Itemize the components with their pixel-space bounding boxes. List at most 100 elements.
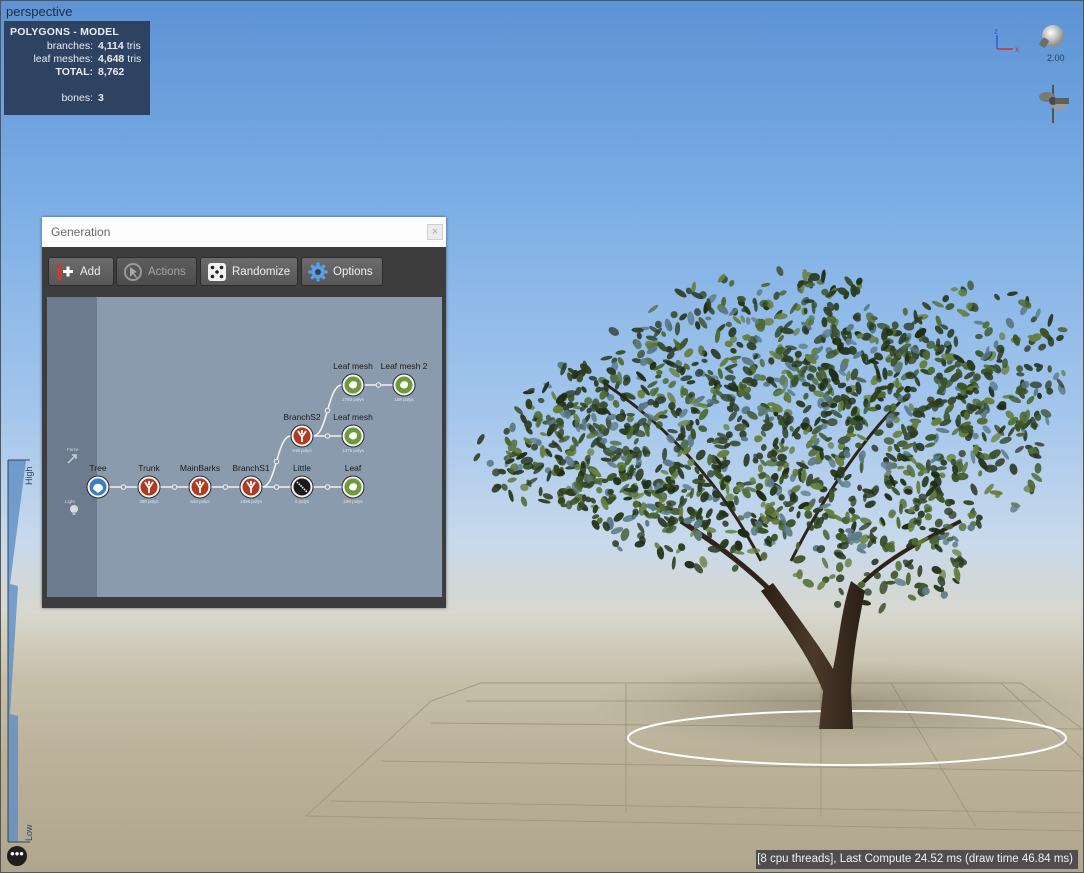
node-label: Trunk [138, 463, 160, 473]
actions-button[interactable]: Actions [116, 257, 197, 286]
edge-connector[interactable] [324, 433, 331, 439]
stats-value: 3 [98, 92, 104, 104]
leaf-card [978, 470, 983, 477]
leaf-card [760, 444, 767, 451]
stats-label: branches: [46, 40, 93, 52]
node-graph-canvas[interactable]: Force Light Tree Trunk 280 polys MainBarks 6… [47, 297, 442, 597]
more-dots-icon[interactable]: ••• [7, 846, 27, 866]
leaf-card [967, 280, 974, 291]
edge-connector[interactable] [273, 484, 280, 490]
lod-high-label: High [24, 466, 34, 485]
leaf-card [900, 478, 907, 486]
3d-viewport[interactable]: perspective POLYGONS - MODEL branches: 4… [0, 0, 1084, 873]
status-bar: [8 cpu threads], Last Compute 24.52 ms (… [756, 850, 1078, 869]
leaf-card [970, 483, 978, 496]
leaf-card [880, 461, 895, 470]
edge-connector[interactable] [273, 458, 280, 465]
leaf-card [695, 368, 704, 377]
node-poly-count: 640 polys [190, 499, 210, 504]
leaf-card [1061, 370, 1066, 377]
panel-title-bar[interactable]: Generation × [42, 217, 446, 247]
leaf-card [705, 316, 712, 321]
leaf-card [999, 332, 1006, 341]
leaf-card [871, 444, 879, 452]
leaf-card [907, 594, 917, 601]
graph-node-tree[interactable] [86, 475, 110, 499]
leaf-card [919, 360, 928, 369]
leaf-card [615, 350, 626, 355]
options-button[interactable]: Options [301, 257, 383, 286]
graph-node-leafmesh2[interactable] [392, 373, 416, 397]
randomize-button[interactable]: Randomize [200, 257, 298, 286]
close-icon[interactable]: × [427, 224, 443, 240]
leaf-card [798, 280, 809, 285]
graph-node-branchs2[interactable] [290, 424, 314, 448]
leaf-card [507, 477, 517, 483]
leaf-card [671, 556, 676, 570]
leaf-card [931, 300, 944, 308]
leaf-card [826, 418, 838, 427]
fan-icon[interactable] [1035, 81, 1071, 125]
graph-node-mainbarks[interactable] [188, 475, 212, 499]
leaf-card [473, 453, 481, 462]
edge-connector[interactable] [324, 407, 331, 414]
add-button[interactable]: Add [48, 257, 114, 286]
leaf-card [773, 291, 780, 300]
graph-node-leafmesh_b[interactable] [341, 373, 365, 397]
lightbulb-icon[interactable] [1035, 21, 1069, 55]
leaf-card [745, 317, 751, 325]
lod-slider[interactable] [6, 456, 38, 846]
leaf-card [883, 437, 895, 445]
leaf-card [863, 304, 870, 312]
graph-node-branchs1[interactable] [239, 475, 263, 499]
leaf-card [796, 400, 806, 408]
add-node-icon [57, 263, 73, 280]
graph-node-trunk[interactable] [137, 475, 161, 499]
graph-node-leafmesh_a[interactable] [341, 424, 365, 448]
leaf-card [789, 446, 796, 454]
axis-z-label: z [994, 27, 998, 36]
leaf-card [803, 307, 808, 315]
leaf-card [633, 437, 639, 445]
leaf-card [845, 433, 857, 438]
edge-connector[interactable] [375, 382, 382, 388]
leaf-card [520, 496, 528, 507]
node-graph[interactable] [47, 297, 442, 597]
leaf-card [1056, 334, 1064, 342]
leaf-card [796, 569, 803, 580]
leaf-card [674, 322, 681, 336]
leaf-card [596, 487, 603, 494]
leaf-card [975, 333, 983, 340]
graph-node-leaf[interactable] [341, 475, 365, 499]
leaf-card [758, 318, 766, 331]
leaf-card [723, 424, 730, 431]
node-poly-count: 228 polys [343, 499, 363, 504]
leaf-card [662, 447, 668, 461]
leaf-card [981, 432, 987, 442]
leaf-card [492, 468, 501, 477]
leaf-card [722, 520, 729, 527]
leaf-card [1026, 395, 1035, 405]
leaf-card [1016, 372, 1025, 377]
edge-connector[interactable] [171, 484, 178, 490]
leaf-card [724, 374, 736, 381]
generation-panel[interactable]: Generation × Add Actions Randomize Optio… [42, 217, 446, 608]
edge-connector[interactable] [324, 484, 331, 490]
leaf-card [593, 379, 599, 387]
leaf-card [698, 425, 708, 433]
leaf-card [698, 408, 709, 421]
leaf-card [935, 427, 950, 434]
leaf-card [798, 343, 808, 350]
leaf-card [896, 516, 901, 529]
edge-connector[interactable] [120, 484, 127, 490]
leaf-card [667, 428, 678, 434]
stats-unit: tris [127, 53, 142, 65]
edge-connector[interactable] [222, 484, 229, 490]
leaf-card [695, 449, 706, 461]
leaf-card [1024, 345, 1031, 352]
leaf-card [754, 435, 763, 443]
stats-label: leaf meshes: [33, 53, 93, 65]
leaf-card [796, 511, 801, 519]
axis-gizmo-icon[interactable]: z x [991, 27, 1021, 55]
graph-node-little[interactable] [290, 475, 314, 499]
